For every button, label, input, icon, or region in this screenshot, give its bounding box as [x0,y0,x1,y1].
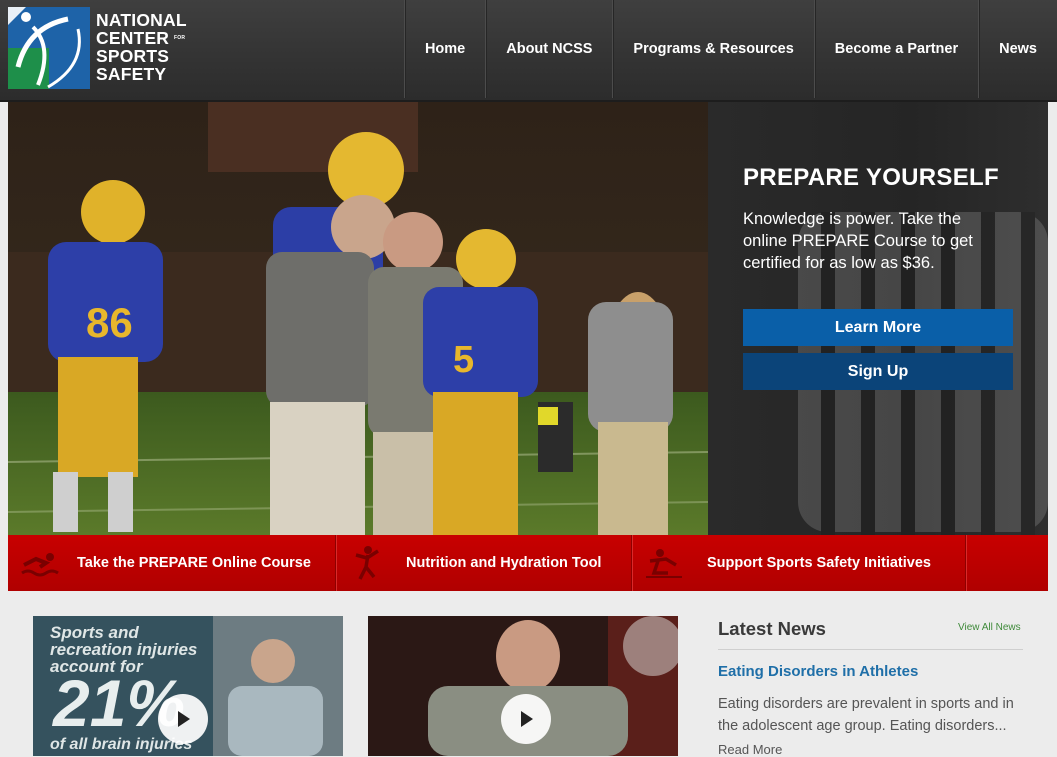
quick-link-divider [631,535,632,591]
play-button[interactable] [501,694,551,744]
video-thumbnail-brain-injuries[interactable]: Sports and recreation injuries account f… [33,616,343,756]
hero-title: PREPARE YOURSELF [743,164,999,191]
nav-partner[interactable]: Become a Partner [813,0,978,98]
jersey-number-right: 5 [453,339,474,381]
nav-about[interactable]: About NCSS [485,0,612,98]
play-icon [178,711,190,727]
hero-photo: 86 5 [8,102,708,535]
hero-banner: 86 5 PREPARE YOURSELF Knowledge is power… [8,102,1048,535]
site-header: NATIONAL CENTER FOR SPORTS SAFETY Home A… [0,0,1057,102]
nav-programs[interactable]: Programs & Resources [612,0,813,98]
news-excerpt: Eating disorders are prevalent in sports… [718,696,1014,734]
quick-link-support-initiatives[interactable]: Support Sports Safety Initiatives [707,535,931,591]
play-button[interactable] [158,694,208,744]
logo-line-1: NATIONAL [96,10,187,30]
quick-link-prepare-course[interactable]: Take the PREPARE Online Course [77,535,311,591]
read-more-link[interactable]: Read More [718,742,782,757]
sign-up-button[interactable]: Sign Up [743,353,1013,390]
hero-promo-panel: PREPARE YOURSELF Knowledge is power. Tak… [708,102,1048,535]
quick-link-nutrition-tool[interactable]: Nutrition and Hydration Tool [406,535,601,591]
ncss-logo[interactable]: NATIONAL CENTER FOR SPORTS SAFETY [8,7,188,91]
logo-line-3: SPORTS [96,46,170,66]
news-headline-link[interactable]: Eating Disorders in Athletes [718,663,918,680]
jersey-number-left: 86 [86,299,133,346]
injured-player-icon [646,549,682,578]
swimmer-icon [21,553,59,577]
quick-link-divider [965,535,966,591]
play-icon [521,711,533,727]
ncss-logo-icon [8,7,90,89]
view-all-news-link[interactable]: View All News [958,622,1021,633]
nav-news[interactable]: News [978,0,1057,98]
nav-home[interactable]: Home [403,0,485,98]
logo-for: FOR [174,35,186,41]
hero-description: Knowledge is power. Take the online PREP… [743,210,973,272]
learn-more-button[interactable]: Learn More [743,309,1013,346]
news-divider [718,649,1023,650]
athlete-icon [355,546,379,580]
video-thumbnail-coach[interactable] [368,616,678,756]
quick-links-bar: Take the PREPARE Online Course Nutrition… [8,535,1048,591]
logo-line-4: SAFETY [96,64,167,84]
latest-news-heading: Latest News [718,618,826,639]
video-overlay-line-1: Sports and [50,623,139,642]
quick-link-divider [335,535,336,591]
video-overlay-line-2: recreation injuries [50,640,198,659]
main-nav: Home About NCSS Programs & Resources Bec… [403,0,1057,98]
logo-wordmark: NATIONAL CENTER FOR SPORTS SAFETY [96,11,187,83]
